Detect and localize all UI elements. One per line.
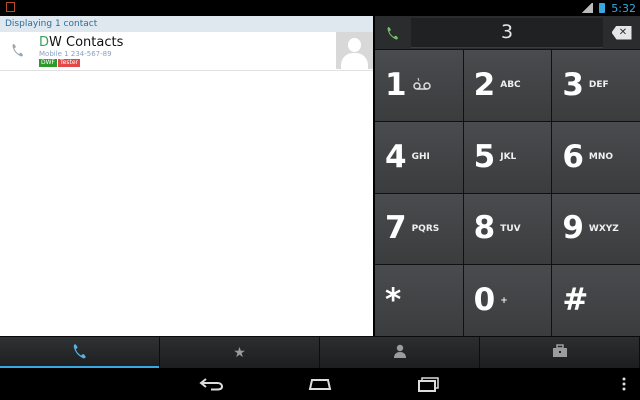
- contact-name-match: D: [39, 35, 50, 50]
- back-icon: [199, 378, 224, 391]
- battery-icon: [599, 3, 606, 13]
- contact-row[interactable]: DW Contacts Mobile 1 234-567-89 DWF Test…: [0, 32, 373, 71]
- back-button[interactable]: [198, 374, 226, 394]
- menu-button[interactable]: [619, 374, 629, 394]
- key-6[interactable]: 6 MNO: [552, 121, 640, 193]
- overflow-menu-icon: [622, 377, 626, 391]
- tab-groups[interactable]: [480, 337, 640, 369]
- dial-top-bar: 3 ✕: [375, 16, 640, 50]
- key-letters: DEF: [588, 80, 609, 91]
- key-7[interactable]: 7 PQRS: [375, 193, 463, 265]
- key-letters: PQRS: [411, 223, 440, 234]
- key-digit: 2: [473, 66, 496, 103]
- status-bar: 5:32: [0, 0, 640, 16]
- phone-icon: [387, 26, 398, 39]
- avatar-head: [348, 38, 361, 52]
- key-digit: 6: [562, 138, 584, 175]
- status-time: 5:32: [611, 1, 636, 15]
- key-4[interactable]: 4 GHI: [375, 121, 463, 193]
- key-letters: WXYZ: [588, 223, 619, 234]
- backspace-icon: ✕: [611, 25, 632, 40]
- key-digit: #: [562, 282, 589, 319]
- status-icons: 5:32: [581, 0, 636, 16]
- person-icon: [393, 344, 407, 362]
- dialer-panel: 3 ✕ 1 2 ABC 3 DEF 4 GHI 5 JKL 6 MNO 7 PQ…: [375, 16, 640, 336]
- voicemail-icon: [412, 77, 431, 94]
- key-letters: JKL: [500, 152, 517, 163]
- key-digit: 3: [562, 66, 584, 103]
- contact-tags: DWF Tester: [39, 59, 80, 67]
- key-digit: 1: [385, 66, 407, 103]
- key-digit: *: [385, 282, 402, 319]
- avatar[interactable]: [336, 32, 373, 69]
- star-icon: ★: [233, 345, 246, 361]
- call-button[interactable]: [375, 16, 410, 49]
- key-digit: 5: [473, 138, 496, 175]
- key-9[interactable]: 9 WXYZ: [552, 193, 640, 265]
- key-digit: 9: [562, 210, 584, 247]
- recent-apps-icon: [418, 377, 439, 392]
- phone-icon: [73, 343, 87, 363]
- key-letters: GHI: [411, 152, 430, 163]
- tag-badge: Tester: [58, 59, 80, 67]
- contact-phone: Mobile 1 234-567-89: [39, 50, 112, 58]
- navigation-bar: [0, 368, 640, 400]
- signal-icon: [581, 3, 594, 13]
- results-header: Displaying 1 contact: [0, 16, 373, 32]
- tab-favorites[interactable]: ★: [160, 337, 320, 369]
- phone-icon: [12, 43, 24, 57]
- tab-phone[interactable]: [0, 337, 160, 369]
- key-0[interactable]: 0 +: [463, 265, 552, 336]
- avatar-body: [341, 53, 368, 69]
- key-8[interactable]: 8 TUV: [463, 193, 552, 265]
- key-1[interactable]: 1: [375, 50, 463, 121]
- notification-icon: [6, 2, 15, 12]
- key-star[interactable]: *: [375, 265, 463, 336]
- home-button[interactable]: [305, 374, 335, 394]
- key-digit: 8: [473, 210, 496, 247]
- tab-contacts[interactable]: [320, 337, 480, 369]
- key-letters: +: [500, 295, 508, 306]
- key-digit: 4: [385, 138, 407, 175]
- home-icon: [308, 379, 332, 390]
- contact-search-results: Displaying 1 contact DW Contacts Mobile …: [0, 16, 373, 336]
- tag-badge: DWF: [39, 59, 58, 67]
- key-2[interactable]: 2 ABC: [463, 50, 552, 121]
- key-digit: 0: [473, 282, 496, 319]
- key-digit: 7: [385, 210, 407, 247]
- contact-name-rest: W Contacts: [49, 35, 124, 50]
- digits-field[interactable]: 3: [411, 18, 603, 48]
- key-letters: ABC: [500, 80, 521, 91]
- key-5[interactable]: 5 JKL: [463, 121, 552, 193]
- key-letters: TUV: [500, 223, 521, 234]
- backspace-button[interactable]: ✕: [605, 19, 638, 46]
- key-3[interactable]: 3 DEF: [552, 50, 640, 121]
- key-letters: MNO: [588, 152, 614, 163]
- briefcase-icon: [552, 344, 568, 362]
- recent-apps-button[interactable]: [414, 374, 444, 394]
- keypad: 1 2 ABC 3 DEF 4 GHI 5 JKL 6 MNO 7 PQRS 8…: [375, 50, 640, 336]
- tab-bar: ★: [0, 336, 640, 369]
- contact-name: DW Contacts: [39, 35, 123, 50]
- key-pound[interactable]: #: [552, 265, 640, 336]
